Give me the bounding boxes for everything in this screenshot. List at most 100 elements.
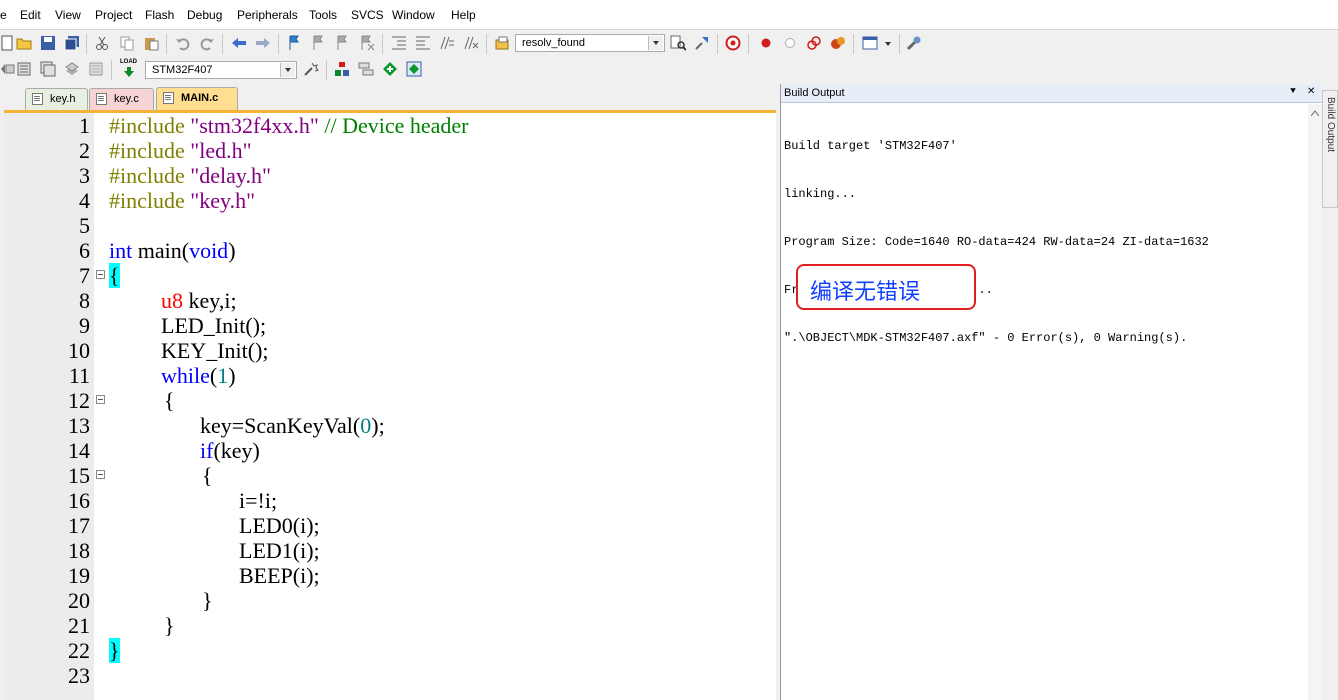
line-number: 9 — [79, 313, 90, 338]
tab-main-c[interactable]: MAIN.c — [156, 87, 238, 110]
file-extensions-icon[interactable] — [358, 61, 374, 77]
redo-icon[interactable] — [199, 35, 215, 51]
build-icon[interactable] — [16, 61, 32, 77]
code-editor[interactable]: 1 #include "stm32f4xx.h" // Device header… — [4, 110, 776, 700]
line-number: 14 — [68, 438, 90, 463]
bookmark-icon[interactable] — [287, 35, 303, 51]
uncomment-icon[interactable] — [463, 35, 479, 51]
navigate-forward-icon[interactable] — [255, 35, 271, 51]
navigate-back-icon[interactable] — [231, 35, 247, 51]
preprocessor-token: #include — [109, 163, 185, 188]
find-icon[interactable] — [670, 35, 686, 51]
save-all-icon[interactable] — [64, 35, 80, 51]
find-in-files-icon[interactable] — [495, 35, 511, 51]
build-output-text[interactable]: Build target 'STM32F407' linking... Prog… — [784, 106, 1209, 378]
stop-build-icon[interactable] — [88, 61, 104, 77]
menu-view[interactable]: View — [55, 8, 81, 22]
code-token: ); — [371, 413, 385, 438]
menu-file[interactable]: e — [0, 8, 7, 22]
tab-label: MAIN.c — [181, 92, 219, 104]
code-line: 18 LED1(i); — [4, 538, 776, 563]
line-number: 1 — [79, 113, 90, 138]
string-token: "led.h" — [184, 138, 252, 163]
file-icon — [32, 93, 43, 105]
vertical-scrollbar[interactable] — [1308, 104, 1322, 700]
save-icon[interactable] — [40, 35, 56, 51]
select-packs-icon[interactable] — [382, 61, 398, 77]
number-token: 1 — [217, 363, 229, 388]
file-icon — [96, 93, 107, 105]
chevron-down-icon[interactable] — [280, 63, 295, 77]
wrench-icon[interactable] — [906, 35, 922, 51]
code-line: 2 #include "led.h" — [4, 138, 776, 163]
fold-collapse-icon[interactable] — [96, 470, 105, 479]
menu-project[interactable]: Project — [95, 8, 132, 22]
comment-icon[interactable] — [439, 35, 455, 51]
line-number: 19 — [68, 563, 90, 588]
paste-icon[interactable] — [143, 35, 159, 51]
unindent-icon[interactable] — [415, 35, 431, 51]
tab-key-h[interactable]: key.h — [25, 88, 88, 110]
cut-icon[interactable] — [94, 35, 110, 51]
menu-tools[interactable]: Tools — [309, 8, 337, 22]
menu-help[interactable]: Help — [451, 8, 476, 22]
rebuild-icon[interactable] — [40, 61, 56, 77]
keyword-token: if — [200, 438, 214, 463]
indent-icon[interactable] — [391, 35, 407, 51]
next-bookmark-icon[interactable] — [335, 35, 351, 51]
disable-breakpoint-icon[interactable] — [782, 35, 798, 51]
translate-icon[interactable] — [0, 61, 16, 77]
pin-icon[interactable]: ⯆ — [1289, 86, 1297, 97]
code-line: 23 — [4, 663, 776, 688]
target-options-icon[interactable] — [303, 61, 319, 77]
prev-bookmark-icon[interactable] — [311, 35, 327, 51]
code-line: 13 key=ScanKeyVal(0); — [4, 413, 776, 438]
menu-debug[interactable]: Debug — [187, 8, 222, 22]
find-combo[interactable]: resolv_found — [515, 34, 665, 52]
code-line: 5 — [4, 213, 776, 238]
line-number: 2 — [79, 138, 90, 163]
debug-session-icon[interactable] — [725, 35, 741, 51]
pack-installer-icon[interactable] — [406, 61, 422, 77]
menu-edit[interactable]: Edit — [20, 8, 41, 22]
kill-breakpoints-icon[interactable] — [806, 35, 822, 51]
scroll-up-icon[interactable] — [1311, 110, 1319, 116]
code-line: 17 LED0(i); — [4, 513, 776, 538]
clear-bookmarks-icon[interactable] — [359, 35, 375, 51]
close-icon[interactable]: ✕ — [1307, 86, 1315, 97]
preprocessor-token: #include — [109, 138, 185, 163]
clear-breakpoints-icon[interactable] — [830, 35, 846, 51]
new-file-icon[interactable] — [0, 35, 16, 51]
line-number: 6 — [79, 238, 90, 263]
side-tab-label: Build Output — [1325, 97, 1336, 153]
target-combo-value: STM32F407 — [152, 64, 213, 76]
fold-collapse-icon[interactable] — [96, 270, 105, 279]
manage-project-items-icon[interactable] — [334, 61, 350, 77]
batch-build-icon[interactable] — [64, 61, 80, 77]
chevron-down-icon[interactable] — [648, 36, 663, 50]
load-label: LOAD — [120, 59, 137, 65]
line-number: 22 — [68, 638, 90, 663]
tab-key-c[interactable]: key.c — [89, 88, 154, 110]
menu-svcs[interactable]: SVCS — [351, 8, 384, 22]
code-line: 12 { — [4, 388, 776, 413]
fold-collapse-icon[interactable] — [96, 395, 105, 404]
type-token: u8 — [161, 288, 183, 313]
line-number: 20 — [68, 588, 90, 613]
line-number: 12 — [68, 388, 90, 413]
breakpoint-icon[interactable] — [758, 35, 774, 51]
window-layout-icon[interactable] — [862, 35, 878, 51]
code-line: 21} — [4, 613, 776, 638]
download-load-icon[interactable]: LOAD — [120, 59, 138, 79]
line-number: 10 — [68, 338, 90, 363]
open-folder-icon[interactable] — [16, 35, 32, 51]
target-combo[interactable]: STM32F407 — [145, 61, 297, 79]
menu-window[interactable]: Window — [392, 8, 435, 22]
menu-peripherals[interactable]: Peripherals — [237, 8, 298, 22]
menu-flash[interactable]: Flash — [145, 8, 174, 22]
copy-icon[interactable] — [119, 35, 135, 51]
undo-icon[interactable] — [175, 35, 191, 51]
build-output-side-tab[interactable]: Build Output — [1322, 90, 1338, 208]
chevron-down-icon[interactable] — [880, 35, 896, 51]
incremental-find-icon[interactable] — [694, 35, 710, 51]
